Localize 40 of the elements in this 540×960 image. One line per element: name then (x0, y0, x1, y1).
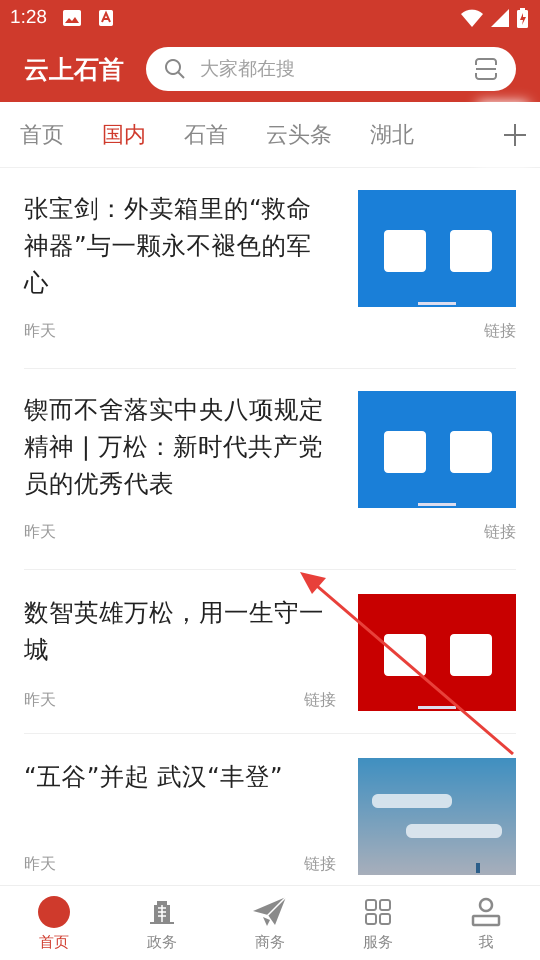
category-tab[interactable]: 云头条 (266, 120, 332, 150)
nav-label[interactable]: 我 (478, 932, 494, 952)
news-title: “五谷”并起 武汉“丰登” (24, 761, 284, 793)
search-bar[interactable]: 大家都在搜 (146, 47, 516, 91)
news-item[interactable]: “五谷”并起 武汉“丰登” 昨天 链接 (24, 734, 516, 885)
font-icon (98, 10, 113, 26)
dot-icon[interactable] (37, 894, 71, 928)
wifi-icon (461, 9, 483, 27)
news-title: 张宝剑：外卖箱里的“救命神器”与一颗永不褪色的军心 (24, 193, 313, 299)
news-item[interactable]: 数智英雄万松，用一生守一城 昨天 链接 (24, 570, 516, 734)
add-icon[interactable] (504, 124, 526, 146)
nav-label[interactable]: 政务 (147, 932, 177, 952)
scan-icon[interactable] (474, 57, 498, 81)
category-tab[interactable]: 国内 (102, 120, 146, 150)
status-time: 1:28 (10, 7, 47, 29)
search-field[interactable]: 大家都在搜 (198, 57, 462, 81)
news-source: 链接 (484, 321, 516, 342)
news-item[interactable]: 锲而不舍落实中央八项规定精神 | 万松：新时代共产党员的优秀代表 昨天 链接 (24, 369, 516, 570)
category-tab[interactable]: 石首 (184, 120, 228, 150)
news-date: 昨天 (24, 321, 56, 342)
nav-label[interactable]: 服务 (363, 932, 393, 952)
app-title: 云上石首 (24, 54, 124, 86)
nav-label[interactable]: 首页 (39, 932, 69, 952)
news-source: 链接 (484, 522, 516, 543)
category-tab[interactable]: 湖北 (370, 120, 414, 150)
news-title: 锲而不舍落实中央八项规定精神 | 万松：新时代共产党员的优秀代表 (24, 394, 325, 500)
paper-plane-icon[interactable] (253, 894, 287, 928)
search-icon (164, 58, 186, 80)
news-item[interactable]: 张宝剑：外卖箱里的“救命神器”与一颗永不褪色的军心 昨天 链接 (24, 168, 516, 369)
news-source: 链接 (304, 854, 336, 875)
news-date: 昨天 (24, 522, 56, 543)
news-date: 昨天 (24, 690, 56, 711)
nav-label[interactable]: 商务 (255, 932, 285, 952)
battery-icon (517, 8, 528, 28)
image-icon (62, 10, 81, 26)
signal-icon (491, 9, 509, 27)
category-tab[interactable]: 首页 (20, 120, 64, 150)
news-title: 数智英雄万松，用一生守一城 (24, 597, 325, 666)
news-source: 链接 (304, 690, 336, 711)
news-date: 昨天 (24, 854, 56, 875)
